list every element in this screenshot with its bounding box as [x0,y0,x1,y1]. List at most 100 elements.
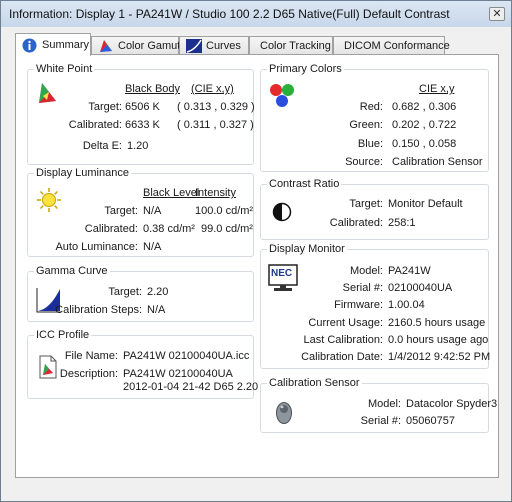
tab-curves[interactable]: Curves [179,36,249,55]
close-icon: ✕ [492,8,502,20]
calibrated-label: Calibrated: [84,223,138,235]
tab-label: Summary [42,39,90,51]
gamut-icon [98,39,114,53]
contrast-icon [272,202,292,225]
source-label: Source: [345,156,383,168]
tab-label: Color Tracking [260,40,331,52]
close-button[interactable]: ✕ [489,7,505,21]
tab-strip: Summary Color Gamut Curves Color Trackin… [15,33,495,56]
last-calibration-label: Last Calibration: [303,334,384,346]
current-usage-value: 2160.5 hours usage [388,317,486,329]
description-line-1: PA241W 02100040UA [123,368,233,380]
serial-value: 05060757 [406,415,455,427]
tab-color-tracking[interactable]: Color Tracking [249,36,333,55]
contrast-ratio-group: Contrast Ratio Target: Monitor Default C… [260,178,489,240]
calibration-sensor-group: Calibration Sensor Model: Datacolor Spyd… [260,377,497,433]
group-title: White Point [34,63,95,75]
target-label: Target: [88,101,122,113]
calibration-date-value: 1/4/2012 9:42:52 PM [388,351,491,363]
calibrated-value: 258:1 [388,217,416,229]
info-icon [22,38,38,53]
calibrated-cie: ( 0.311 , 0.327 ) [177,119,254,131]
green-value: 0.202 , 0.722 [392,119,457,131]
model-value: Datacolor Spyder3 [406,398,498,410]
tab-label: Color Gamut [118,40,181,52]
target-value: 2.20 [147,286,169,298]
target-label: Target: [349,198,383,210]
blue-label: Blue: [357,138,383,150]
tab-dicom-conformance[interactable]: DICOM Conformance [333,36,450,55]
target-label: Target: [108,286,142,298]
group-title: ICC Profile [34,329,92,341]
information-window: Information: Display 1 - PA241W / Studio… [0,0,512,502]
firmware-value: 1.00.04 [388,299,425,311]
tab-label: Curves [206,40,241,52]
auto-luminance-value: N/A [143,241,162,253]
file-name-value: PA241W 02100040UA.icc [123,350,250,362]
serial-value: 02100040UA [388,282,453,294]
tab-color-gamut[interactable]: Color Gamut [91,36,181,55]
blue-value: 0.150 , 0.058 [392,138,457,150]
summary-panel: White Point Black Body (CIE x,y) Target:… [15,54,499,478]
source-value: Calibration Sensor [392,156,483,168]
tab-label: DICOM Conformance [344,40,450,52]
target-intensity: 100.0 cd/m² [195,205,254,217]
curves-icon [186,39,202,53]
gamut-triangle-icon [37,82,57,107]
serial-label: Serial #: [342,282,383,294]
calibrated-label: Calibrated: [68,119,122,131]
calibrated-label: Calibrated: [329,217,383,229]
model-label: Model: [367,398,401,410]
auto-luminance-label: Auto Luminance: [55,241,138,253]
cie-header: (CIE x,y) [191,83,234,95]
primary-colors-group: Primary Colors CIE x,y Red: 0.682 , 0.30… [260,63,489,172]
display-luminance-group: Display Luminance Black Level Intensity … [27,167,254,257]
icc-profile-group: ICC Profile File Name: PA241W 02100040UA… [27,329,258,399]
model-label: Model: [349,265,383,277]
serial-label: Serial #: [360,415,401,427]
display-monitor-group: Display Monitor NEC Model: PA241W Serial… [260,243,491,369]
window-title: Information: Display 1 - PA241W / Studio… [9,7,450,21]
group-title: Gamma Curve [34,265,110,277]
calibration-date-label: Calibration Date: [301,351,383,363]
sun-icon [36,187,62,216]
calibrated-black-level: 0.38 cd/m² [143,223,195,235]
group-title: Display Monitor [267,243,347,255]
group-title: Calibration Sensor [267,377,362,389]
target-label: Target: [104,205,138,217]
current-usage-label: Current Usage: [308,317,383,329]
file-name-label: File Name: [64,350,118,362]
target-value: Monitor Default [388,198,463,210]
black-body-header: Black Body [125,83,181,95]
group-title: Display Luminance [34,167,131,179]
firmware-label: Firmware: [334,299,383,311]
red-value: 0.682 , 0.306 [392,101,457,113]
group-title: Contrast Ratio [267,178,342,190]
black-level-header: Black Level [143,187,200,199]
calibrated-intensity: 99.0 cd/m² [201,223,253,235]
intensity-header: Intensity [195,187,236,199]
group-title: Primary Colors [267,63,344,75]
green-label: Green: [349,119,383,131]
calibration-steps-label: Calibration Steps: [55,304,142,316]
description-label: Description: [59,368,118,380]
calibrated-kelvin: 6633 K [125,119,160,131]
title-bar[interactable]: Information: Display 1 - PA241W / Studio… [1,1,511,27]
target-black-level: N/A [143,205,162,217]
white-point-group: White Point Black Body (CIE x,y) Target:… [27,63,255,165]
nec-logo: NEC [271,268,293,279]
model-value: PA241W [388,265,431,277]
gamma-curve-group: Gamma Curve Target: 2.20 Calibration Ste… [27,265,254,322]
calibration-steps-value: N/A [147,304,166,316]
description-line-2: 2012-01-04 21-42 D65 2.20 [123,381,259,393]
spyder-sensor-icon [275,399,293,428]
cie-header: CIE x,y [419,83,455,95]
target-kelvin: 6506 K [125,101,160,113]
red-label: Red: [359,101,383,113]
delta-e-value: 1.20 [127,140,149,152]
target-cie: ( 0.313 , 0.329 ) [177,101,255,113]
tab-summary[interactable]: Summary [15,33,91,56]
last-calibration-value: 0.0 hours usage ago [388,334,489,346]
delta-e-label: Delta E: [82,140,122,152]
rgb-dots-icon [268,83,296,112]
